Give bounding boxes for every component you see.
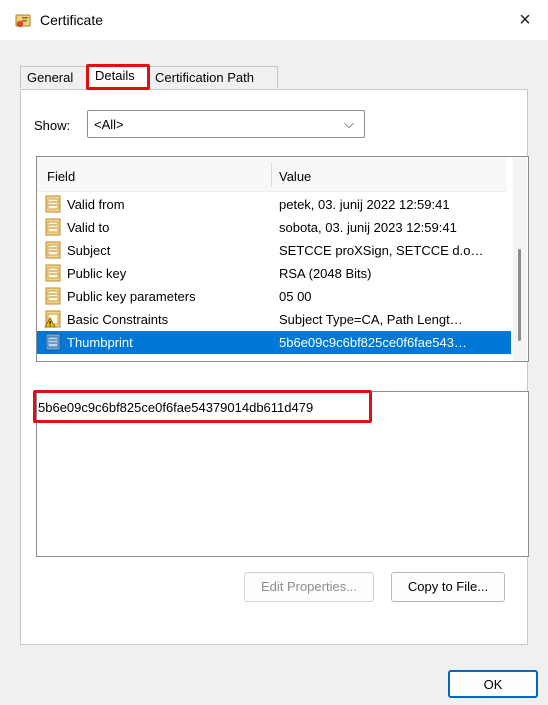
close-button[interactable]: × bbox=[502, 0, 548, 40]
field-value: RSA (2048 Bits) bbox=[279, 266, 372, 281]
column-divider[interactable] bbox=[271, 163, 272, 187]
tab-certification-path[interactable]: Certification Path bbox=[148, 66, 278, 88]
field-doc-icon bbox=[44, 287, 62, 305]
column-header-field[interactable]: Field bbox=[47, 169, 75, 184]
show-dropdown-value: <All> bbox=[94, 117, 124, 132]
field-doc-icon bbox=[44, 218, 62, 236]
list-item-public-key-parameters[interactable]: Public key parameters 05 00 bbox=[37, 285, 511, 308]
field-name: Subject bbox=[67, 243, 111, 258]
window-title: Certificate bbox=[40, 12, 104, 28]
extension-warning-icon bbox=[44, 310, 62, 328]
close-icon: × bbox=[519, 8, 531, 31]
ok-button[interactable]: OK bbox=[448, 670, 538, 698]
list-item-thumbprint[interactable]: Thumbprint 5b6e09c9c6bf825ce0f6fae543… bbox=[37, 331, 511, 354]
field-name: Thumbprint bbox=[67, 335, 133, 350]
certificate-icon bbox=[14, 12, 32, 30]
field-doc-icon bbox=[44, 195, 62, 213]
list-item-subject[interactable]: Subject SETCCE proXSign, SETCCE d.o… bbox=[37, 239, 511, 262]
field-name: Public key parameters bbox=[67, 289, 196, 304]
field-value: 5b6e09c9c6bf825ce0f6fae543… bbox=[279, 335, 467, 350]
field-doc-icon bbox=[44, 264, 62, 282]
list-item-basic-constraints[interactable]: Basic Constraints Subject Type=CA, Path … bbox=[37, 308, 511, 331]
tab-general[interactable]: General bbox=[20, 66, 88, 88]
field-name: Valid from bbox=[67, 197, 125, 212]
chevron-down-icon: ⌵ bbox=[344, 116, 354, 131]
column-header-value[interactable]: Value bbox=[279, 169, 311, 184]
scrollbar-thumb[interactable] bbox=[518, 249, 521, 341]
list-item-valid-to[interactable]: Valid to sobota, 03. junij 2023 12:59:41 bbox=[37, 216, 511, 239]
title-bar: Certificate × bbox=[0, 0, 548, 40]
red-highlight-details-tab bbox=[86, 64, 150, 90]
field-value: SETCCE proXSign, SETCCE d.o… bbox=[279, 243, 484, 258]
field-name: Valid to bbox=[67, 220, 110, 235]
field-value: 05 00 bbox=[279, 289, 312, 304]
edit-properties-button[interactable]: Edit Properties... bbox=[244, 572, 374, 602]
list-item-valid-from[interactable]: Valid from petek, 03. junij 2022 12:59:4… bbox=[37, 193, 511, 216]
list-item-public-key[interactable]: Public key RSA (2048 Bits) bbox=[37, 262, 511, 285]
fields-list[interactable]: Field Value Valid from petek, 03. junij … bbox=[36, 156, 529, 362]
field-value: sobota, 03. junij 2023 12:59:41 bbox=[279, 220, 457, 235]
list-header: Field Value bbox=[37, 157, 507, 192]
field-name: Basic Constraints bbox=[67, 312, 169, 327]
show-dropdown[interactable]: <All> ⌵ bbox=[87, 110, 365, 138]
field-name: Public key bbox=[67, 266, 127, 281]
show-label: Show: bbox=[34, 118, 71, 133]
certificate-dialog: Certificate × General Details Certificat… bbox=[0, 0, 548, 705]
field-doc-icon bbox=[44, 241, 62, 259]
list-scrollbar[interactable] bbox=[513, 157, 527, 361]
field-value: Subject Type=CA, Path Lengt… bbox=[279, 312, 463, 327]
field-value: petek, 03. junij 2022 12:59:41 bbox=[279, 197, 450, 212]
field-doc-icon bbox=[44, 333, 62, 351]
copy-to-file-button[interactable]: Copy to File... bbox=[391, 572, 505, 602]
red-highlight-thumbprint bbox=[33, 390, 372, 423]
